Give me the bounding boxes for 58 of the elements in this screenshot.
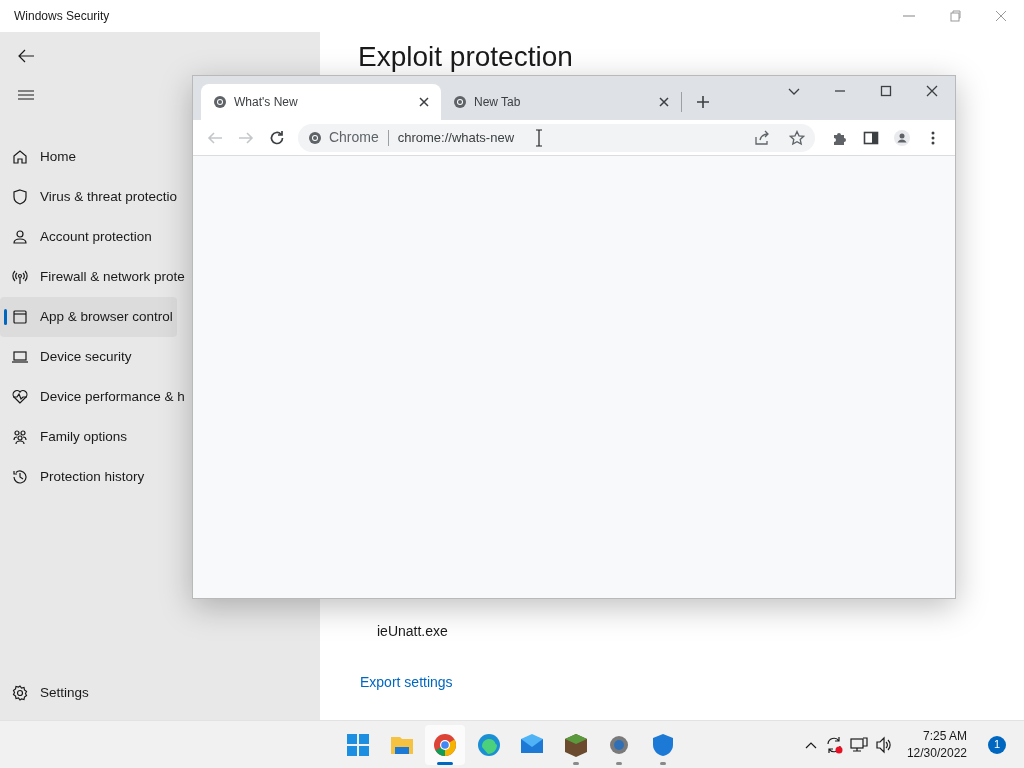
url-text: chrome://whats-new <box>397 128 515 147</box>
heart-icon <box>12 389 28 405</box>
close-icon[interactable] <box>659 97 669 107</box>
laptop-icon <box>12 349 28 365</box>
sidebar-item[interactable]: App & browser control <box>0 297 177 337</box>
family-icon <box>12 429 28 445</box>
back-arrow-icon <box>206 129 223 146</box>
close-icon[interactable] <box>419 97 429 107</box>
clock[interactable]: 7:25 AM 12/30/2022 <box>906 727 967 762</box>
settings-item[interactable]: Settings <box>0 673 93 713</box>
antenna-icon <box>12 269 28 285</box>
windows-logo-icon <box>345 731 371 758</box>
export-settings-link[interactable]: Export settings <box>360 672 453 693</box>
sidebar-item[interactable]: Device performance & h <box>0 377 189 417</box>
maximize-icon <box>880 85 892 97</box>
site-label: Chrome <box>328 128 379 147</box>
sidebar-item[interactable]: Family options <box>0 417 132 457</box>
browser-tab[interactable]: New Tab <box>441 84 681 120</box>
shield-icon <box>12 189 28 205</box>
sidebar-item[interactable]: Device security <box>0 337 136 377</box>
sidebar-item[interactable]: Firewall & network prote <box>0 257 189 297</box>
restore-icon <box>948 9 962 23</box>
close-icon <box>994 9 1008 23</box>
window-icon <box>12 309 28 325</box>
menu-icon <box>17 88 35 102</box>
page-heading: Exploit protection <box>358 40 574 74</box>
program-name: ieUnatt.exe <box>377 622 449 641</box>
forward-arrow-icon <box>237 129 254 146</box>
clock-date: 12/30/2022 <box>906 744 967 762</box>
star-icon[interactable] <box>789 129 806 146</box>
sidebar-item[interactable]: Virus & threat protectio <box>0 177 182 217</box>
browser-icon <box>432 731 458 758</box>
side-panel-icon <box>862 129 879 146</box>
home-icon <box>12 149 28 165</box>
sidebar-item[interactable]: Protection history <box>0 457 149 497</box>
sidebar-item[interactable]: Account protection <box>0 217 156 257</box>
text-cursor-icon <box>535 128 544 147</box>
address-bar[interactable]: Chrome chrome://whats-new <box>297 123 816 152</box>
history-icon <box>12 469 28 485</box>
back-arrow-icon <box>17 48 35 64</box>
window-title: Windows Security <box>14 8 110 25</box>
grass-block-icon <box>562 731 589 758</box>
sidebar-item[interactable]: Home <box>0 137 80 177</box>
person-icon <box>894 129 911 146</box>
plus-icon <box>696 95 710 109</box>
sync-icon[interactable] <box>824 735 843 754</box>
network-icon[interactable] <box>849 735 868 754</box>
minimize-icon <box>903 15 915 17</box>
taskbar-app[interactable] <box>425 724 465 765</box>
volume-icon[interactable] <box>874 735 893 754</box>
person-icon <box>12 229 28 245</box>
more-icon <box>931 130 936 145</box>
browser-tab[interactable]: What's New <box>201 84 441 120</box>
notification-badge[interactable]: 1 <box>988 735 1006 754</box>
clock-time: 7:25 AM <box>922 727 967 745</box>
share-icon[interactable] <box>754 129 771 146</box>
reload-icon <box>269 129 286 146</box>
close-icon <box>926 85 938 97</box>
